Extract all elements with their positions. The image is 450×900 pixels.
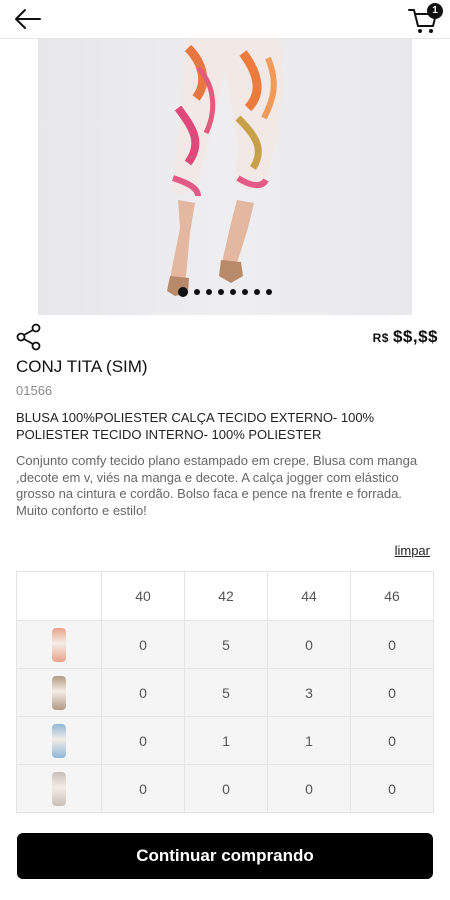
product-description: Conjunto comfy tecido plano estampado em… bbox=[16, 453, 418, 518]
quantity-cell[interactable]: 0 bbox=[350, 716, 434, 765]
price-value: $$,$$ bbox=[392, 327, 438, 346]
color-thumbnail-cell[interactable] bbox=[16, 668, 102, 717]
color-thumbnail bbox=[52, 723, 66, 758]
cart-button[interactable]: 1 bbox=[406, 2, 443, 36]
carousel-dots bbox=[38, 281, 412, 300]
color-thumbnail bbox=[52, 627, 66, 662]
carousel-dot[interactable] bbox=[230, 288, 236, 295]
grid-corner-cell bbox=[16, 571, 102, 621]
product-price: R$ $$,$$ bbox=[373, 327, 438, 347]
table-row: 0 0 0 0 bbox=[16, 764, 434, 813]
share-icon[interactable] bbox=[16, 323, 42, 351]
quantity-cell[interactable]: 0 bbox=[267, 620, 351, 669]
carousel-dot[interactable] bbox=[242, 288, 248, 295]
quantity-cell[interactable]: 0 bbox=[350, 764, 434, 813]
quantity-cell[interactable]: 0 bbox=[101, 668, 185, 717]
size-header: 42 bbox=[184, 571, 268, 621]
carousel-dot[interactable] bbox=[194, 288, 200, 295]
product-composition: BLUSA 100%POLIESTER CALÇA TECIDO EXTERNO… bbox=[16, 410, 375, 442]
size-header-row: 40 42 44 46 bbox=[16, 571, 434, 621]
size-header: 44 bbox=[267, 571, 351, 621]
product-image-carousel[interactable] bbox=[38, 38, 412, 315]
quantity-cell[interactable]: 0 bbox=[267, 764, 351, 813]
quantity-cell[interactable]: 0 bbox=[101, 620, 185, 669]
size-quantity-grid: 40 42 44 46 0 5 0 0 0 5 3 0 0 1 1 0 0 0 … bbox=[16, 571, 434, 813]
quantity-cell[interactable]: 5 bbox=[184, 620, 268, 669]
carousel-dot[interactable] bbox=[254, 288, 260, 295]
carousel-dot[interactable] bbox=[178, 286, 188, 297]
carousel-dot[interactable] bbox=[266, 288, 272, 295]
quantity-cell[interactable]: 0 bbox=[350, 668, 434, 717]
table-row: 0 5 0 0 bbox=[16, 620, 434, 669]
product-title: CONJ TITA (SIM) bbox=[16, 357, 148, 376]
color-thumbnail bbox=[52, 675, 66, 710]
table-row: 0 1 1 0 bbox=[16, 716, 434, 765]
cart-count-badge: 1 bbox=[427, 3, 443, 19]
clear-link[interactable]: limpar bbox=[395, 543, 430, 558]
back-arrow-icon[interactable] bbox=[14, 7, 42, 31]
size-header: 40 bbox=[101, 571, 185, 621]
top-bar: 1 bbox=[0, 0, 450, 39]
table-row: 0 5 3 0 bbox=[16, 668, 434, 717]
carousel-dot[interactable] bbox=[206, 288, 212, 295]
quantity-cell[interactable]: 1 bbox=[267, 716, 351, 765]
quantity-cell[interactable]: 5 bbox=[184, 668, 268, 717]
quantity-cell[interactable]: 1 bbox=[184, 716, 268, 765]
product-code: 01566 bbox=[16, 383, 53, 398]
price-currency: R$ bbox=[372, 331, 389, 345]
size-header: 46 bbox=[350, 571, 434, 621]
quantity-cell[interactable]: 3 bbox=[267, 668, 351, 717]
quantity-cell[interactable]: 0 bbox=[184, 764, 268, 813]
color-thumbnail-cell[interactable] bbox=[16, 620, 102, 669]
product-photo bbox=[167, 38, 283, 296]
continue-shopping-button[interactable]: Continuar comprando bbox=[17, 833, 433, 879]
quantity-cell[interactable]: 0 bbox=[350, 620, 434, 669]
quantity-cell[interactable]: 0 bbox=[101, 764, 185, 813]
color-thumbnail-cell[interactable] bbox=[16, 764, 102, 813]
carousel-dot[interactable] bbox=[218, 288, 224, 295]
quantity-cell[interactable]: 0 bbox=[101, 716, 185, 765]
color-thumbnail bbox=[52, 771, 66, 806]
color-thumbnail-cell[interactable] bbox=[16, 716, 102, 765]
